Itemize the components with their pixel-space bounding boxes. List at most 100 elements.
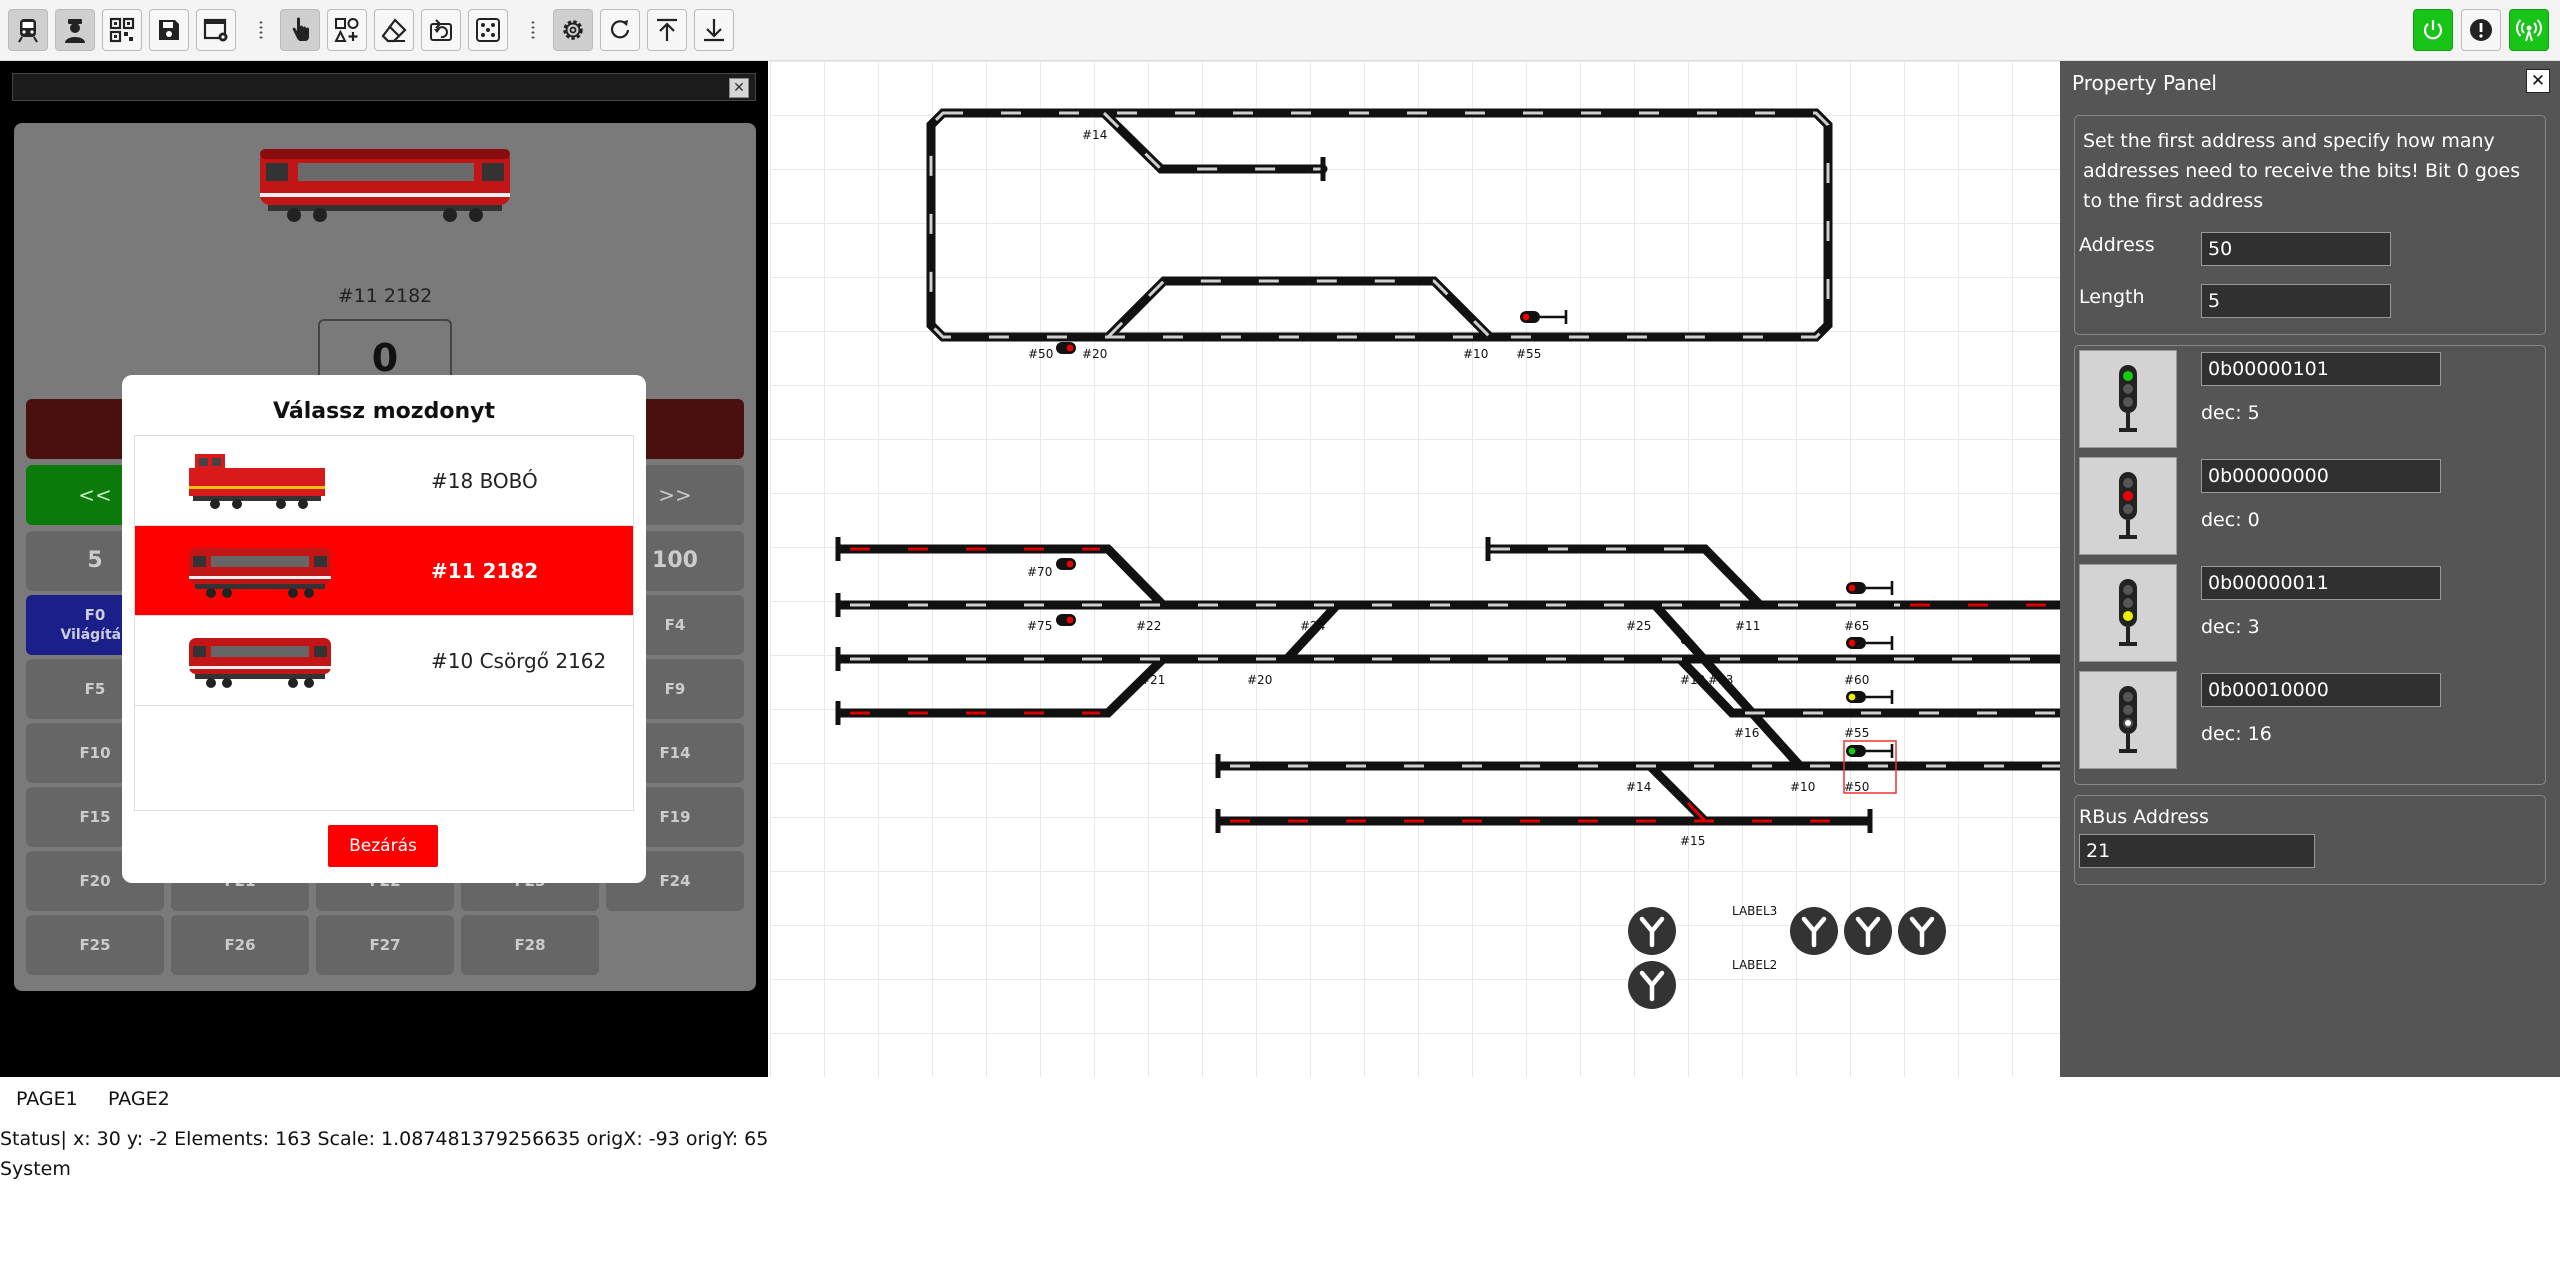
signal-decimal-value: dec: 16	[2201, 723, 2272, 745]
loop-track[interactable]	[926, 108, 1833, 342]
loop-track-ties	[929, 111, 1830, 339]
current-loco-name: #11 2182	[337, 285, 433, 307]
track-label: #24	[1300, 619, 1325, 633]
driver-icon[interactable]	[55, 9, 95, 51]
address-label: Address	[2079, 234, 2155, 256]
track-label: #21	[1140, 673, 1165, 687]
signal-aspect-red[interactable]	[2079, 457, 2177, 555]
function-button[interactable]: F28	[461, 915, 599, 975]
window-settings-icon[interactable]	[196, 9, 236, 51]
wireless-icon[interactable]	[2509, 9, 2549, 51]
rbus-address-input[interactable]: 21	[2079, 834, 2315, 868]
function-button[interactable]: F25	[26, 915, 164, 975]
text-label[interactable]: LABEL2	[1732, 958, 1777, 972]
track-label: #55	[1516, 347, 1541, 361]
yard-tracks[interactable]	[838, 544, 2060, 826]
signal-red[interactable]	[1056, 342, 1076, 354]
pointer-hand-icon[interactable]	[280, 9, 320, 51]
dice-icon[interactable]	[468, 9, 508, 51]
locomotive-image	[189, 454, 325, 509]
track-label: #20	[1082, 347, 1107, 361]
track-label: #20	[1247, 673, 1272, 687]
address-input[interactable]: 50	[2201, 232, 2391, 266]
function-button[interactable]: F27	[316, 915, 454, 975]
signal-bits-input[interactable]: 0b00000000	[2201, 459, 2441, 493]
close-icon[interactable]: ✕	[2526, 69, 2550, 93]
track-label: #14	[1082, 128, 1107, 142]
signal-red[interactable]	[1056, 614, 1076, 626]
toolbar-grip[interactable]	[258, 20, 264, 40]
route-button-icon[interactable]	[1844, 907, 1892, 955]
track-label: #16	[1734, 726, 1759, 740]
signal-red[interactable]	[1518, 308, 1568, 326]
signal-bits-input[interactable]: 0b00000011	[2201, 566, 2441, 600]
track-diagram[interactable]: #14 #50 #20 #10 #55 #70 #75 #22 #24 #21 …	[770, 61, 2060, 1077]
locomotive-image	[189, 638, 331, 688]
track-label: #50	[1844, 780, 1869, 794]
signal-bits-input[interactable]: 0b00010000	[2201, 673, 2441, 707]
loco-select-dialog: Válassz mozdonyt #18 BOBÓ #11 2182 #10 C…	[122, 375, 646, 883]
loco-list-item[interactable]: #18 BOBÓ	[135, 436, 633, 526]
track-label: #11	[1735, 619, 1760, 633]
route-button-icon[interactable]	[1628, 961, 1676, 1009]
rbus-label: RBus Address	[2079, 806, 2209, 828]
track-label: #22	[1136, 619, 1161, 633]
signal-aspects-section: 0b00000101 dec: 5 0b00000000 dec: 0 0b00…	[2074, 345, 2546, 785]
qr-code-icon[interactable]	[102, 9, 142, 51]
address-section: Set the first address and specify how ma…	[2074, 115, 2546, 335]
throttle-panel: ✕ #11 2182 0 << >> 5 100 F0 Világítás F4…	[0, 61, 768, 1077]
status-bar: Status| x: 30 y: -2 Elements: 163 Scale:…	[0, 1128, 769, 1150]
route-button-icon[interactable]	[1628, 907, 1676, 955]
dialog-title: Válassz mozdonyt	[273, 399, 495, 424]
property-panel: Property Panel ✕ Set the first address a…	[2060, 61, 2560, 1077]
alert-icon[interactable]	[2461, 9, 2501, 51]
close-dialog-button[interactable]: Bezárás	[328, 825, 438, 867]
track-label: #75	[1027, 619, 1052, 633]
signal-yellow[interactable]	[1844, 688, 1894, 706]
signal-red[interactable]	[1844, 634, 1894, 652]
locomotive-image	[189, 548, 331, 598]
function-button[interactable]: F26	[171, 915, 309, 975]
train-icon[interactable]	[8, 9, 48, 51]
signal-green[interactable]	[1844, 742, 1894, 760]
panel-description: Set the first address and specify how ma…	[2083, 130, 2521, 212]
signal-red[interactable]	[1056, 558, 1076, 570]
loco-label: #11 2182	[431, 559, 539, 583]
length-input[interactable]: 5	[2201, 284, 2391, 318]
text-label[interactable]: LABEL3	[1732, 904, 1777, 918]
eraser-icon[interactable]	[374, 9, 414, 51]
signal-red[interactable]	[1844, 579, 1894, 597]
save-icon[interactable]	[149, 9, 189, 51]
close-icon[interactable]: ✕	[729, 78, 749, 98]
track-label: #55	[1844, 726, 1869, 740]
loco-list-item[interactable]: #10 Csörgő 2162	[135, 616, 633, 706]
tab-page2[interactable]: PAGE2	[108, 1088, 170, 1110]
download-icon[interactable]	[694, 9, 734, 51]
rotate-left-icon[interactable]	[421, 9, 461, 51]
length-label: Length	[2079, 286, 2145, 308]
track-label: #25	[1626, 619, 1651, 633]
signal-aspect-yellow[interactable]	[2079, 564, 2177, 662]
loco-label: #18 BOBÓ	[431, 469, 538, 493]
track-label: #12	[1680, 673, 1705, 687]
route-button-icon[interactable]	[1898, 907, 1946, 955]
toolbar-grip[interactable]	[530, 20, 536, 40]
gear-icon[interactable]	[553, 9, 593, 51]
route-button-icon[interactable]	[1790, 907, 1838, 955]
signal-bits-input[interactable]: 0b00000101	[2201, 352, 2441, 386]
rbus-section: RBus Address 21	[2074, 795, 2546, 885]
signal-aspect-white[interactable]	[2079, 671, 2177, 769]
rotate-right-icon[interactable]	[600, 9, 640, 51]
upload-icon[interactable]	[647, 9, 687, 51]
power-icon[interactable]	[2413, 9, 2453, 51]
track-label: #15	[1680, 834, 1705, 848]
add-shapes-icon[interactable]	[327, 9, 367, 51]
loco-list-item-selected[interactable]: #11 2182	[135, 526, 633, 616]
toolbar	[0, 0, 2560, 61]
track-label: #10	[1463, 347, 1488, 361]
signal-aspect-green[interactable]	[2079, 350, 2177, 448]
track-layout-canvas[interactable]: #14 #50 #20 #10 #55 #70 #75 #22 #24 #21 …	[770, 61, 2060, 1077]
tab-page1[interactable]: PAGE1	[16, 1088, 78, 1110]
track-label: #13	[1708, 673, 1733, 687]
loco-list[interactable]: #18 BOBÓ #11 2182 #10 Csörgő 2162	[134, 435, 634, 811]
